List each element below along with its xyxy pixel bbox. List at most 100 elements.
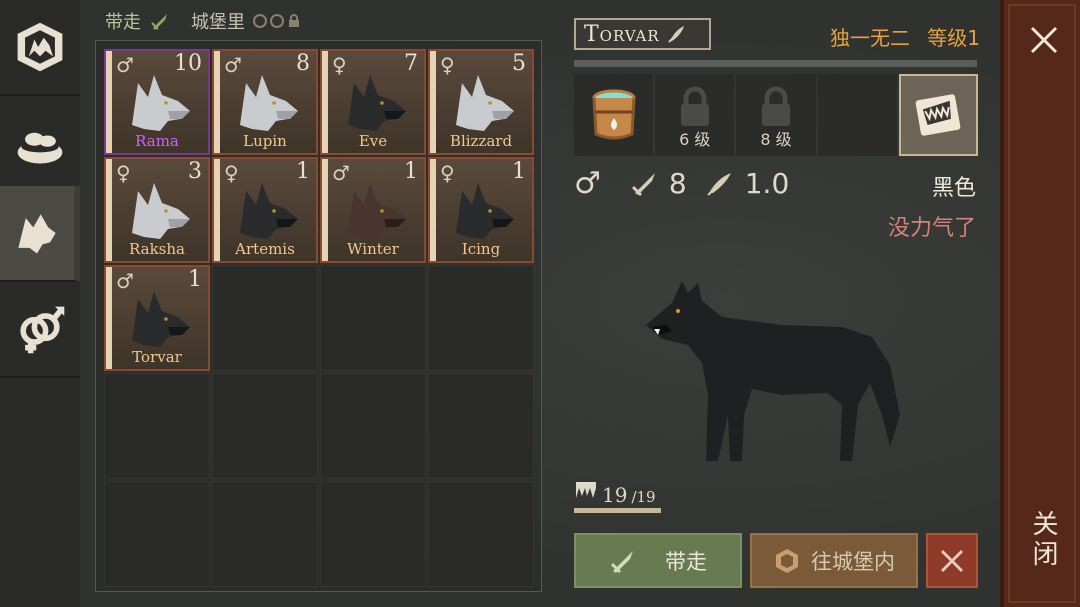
wolf-card[interactable]: ♀ 7 Eve [320, 49, 426, 155]
castle-status-icons [253, 14, 301, 28]
wolf-name: Rama [135, 132, 179, 150]
barrel-icon [592, 89, 636, 140]
attack-icon [631, 172, 655, 196]
fur-color-label: 黑色 [931, 176, 976, 201]
wolf-card[interactable]: ♂ 1 Torvar [104, 265, 210, 371]
wolf-name: Raksha [129, 240, 185, 258]
location-tabs: 带走 城堡里 [105, 8, 301, 34]
wolf-card[interactable]: ♀ 1 Artemis [212, 157, 318, 263]
badge-icon [253, 14, 267, 28]
fang-icon [576, 482, 596, 498]
wolf-name: Icing [461, 240, 501, 258]
gender-male-icon: ♂ [574, 166, 601, 201]
dagger-icon [151, 14, 167, 30]
wolf-name: Torvar [584, 21, 660, 47]
empty-slot[interactable] [104, 373, 210, 479]
food-bowl-icon [17, 132, 63, 164]
slot-empty[interactable] [817, 74, 897, 156]
wolf-name: Winter [347, 240, 399, 258]
slot-unlock-level: 6 级 [679, 130, 711, 149]
status-label: 没力气了 [887, 216, 976, 241]
wolf-card[interactable]: ♂ 10 Rama [104, 49, 210, 155]
close-icon[interactable] [1026, 22, 1062, 58]
tab-castle[interactable]: 城堡里 [191, 8, 245, 34]
wolf-name: Artemis [235, 240, 295, 258]
hunger-meter: 19 /19 [574, 478, 656, 507]
gender-symbols-icon [20, 306, 65, 354]
release-button[interactable] [926, 533, 978, 588]
wolf-head-portrait [348, 183, 406, 239]
sidebar-tab-food[interactable] [0, 96, 80, 192]
wolf-name: Eve [358, 132, 388, 150]
hunger-max: /19 [631, 488, 656, 506]
wolf-name: Torvar [132, 348, 182, 366]
feather-edit-icon [667, 26, 684, 43]
take-button[interactable]: 带走 [574, 533, 742, 588]
empty-slot[interactable] [320, 265, 426, 371]
lock-icon [289, 14, 299, 27]
wolf-inventory-grid: ♂ 10 Rama ♂ 8 Lupin ♀ 7 Eve ♀ 5 Blizzard ♀ 3 Raksha ♀ 1 A… [104, 49, 534, 587]
dagger-icon [610, 550, 633, 573]
wolf-head-portrait [132, 183, 190, 239]
empty-slot[interactable] [104, 481, 210, 587]
lock-icon [680, 86, 709, 126]
sidebar [0, 0, 80, 607]
hunger-bar [574, 508, 661, 513]
wolf-head-portrait [240, 75, 298, 131]
slot-unlock-level: 8 级 [760, 130, 792, 149]
wolf-head-portrait [348, 75, 406, 131]
level-label: 等级1 [927, 26, 980, 50]
lock-icon [761, 86, 790, 126]
move-to-castle-button[interactable]: 往城堡内 [750, 533, 918, 588]
attack-value: 8 [668, 167, 687, 200]
wolf-name-box[interactable]: Torvar [574, 18, 711, 50]
wolf-inventory-frame: ♂ 10 Rama ♂ 8 Lupin ♀ 7 Eve ♀ 5 Blizzard ♀ 3 Raksha ♀ 1 A… [95, 40, 542, 592]
wolf-card[interactable]: ♂ 8 Lupin [212, 49, 318, 155]
speed-value: 1.0 [744, 167, 790, 200]
castle-badge-icon [776, 548, 798, 573]
wolf-head-portrait [240, 183, 298, 239]
slot-locked-2[interactable]: 8 级 [736, 74, 816, 156]
fang-book-icon [916, 94, 961, 136]
wolf-card[interactable]: ♀ 3 Raksha [104, 157, 210, 263]
sidebar-tab-wolves[interactable] [0, 186, 80, 282]
wolf-book-button[interactable] [898, 74, 978, 156]
wolf-card[interactable]: ♂ 1 Winter [320, 157, 426, 263]
wolf-badge-icon [17, 22, 63, 72]
move-to-castle-label: 往城堡内 [811, 549, 895, 574]
close-icon [940, 549, 964, 572]
wolf-name: Lupin [243, 132, 287, 150]
empty-slot[interactable] [428, 265, 534, 371]
empty-slot[interactable] [212, 265, 318, 371]
take-button-label: 带走 [665, 549, 707, 574]
wolf-name: Blizzard [449, 132, 513, 150]
empty-slot[interactable] [320, 373, 426, 479]
wolf-head-portrait [132, 291, 190, 347]
wolf-card[interactable]: ♀ 5 Blizzard [428, 49, 534, 155]
wolf-head-portrait [456, 183, 514, 239]
slot-locked-1[interactable]: 6 级 [655, 74, 735, 156]
wolf-head-portrait [132, 75, 190, 131]
sidebar-tab-breeding[interactable] [0, 282, 80, 378]
hunger-current: 19 [602, 483, 628, 507]
divider-bar [574, 60, 977, 67]
wolf-portrait [646, 281, 900, 461]
empty-slot[interactable] [212, 481, 318, 587]
rarity-label: 独一无二 [830, 26, 910, 50]
badge-icon [270, 14, 284, 28]
empty-slot[interactable] [320, 481, 426, 587]
sidebar-tab-wolf-badge[interactable] [0, 0, 80, 96]
wolf-card[interactable]: ♀ 1 Icing [428, 157, 534, 263]
wolf-head-portrait [456, 75, 514, 131]
close-label: 关闭 [1028, 510, 1058, 570]
empty-slot[interactable] [212, 373, 318, 479]
empty-slot[interactable] [428, 373, 534, 479]
empty-slot[interactable] [428, 481, 534, 587]
close-panel[interactable]: 关闭 [1000, 0, 1080, 607]
tab-take[interactable]: 带走 [105, 8, 141, 34]
speed-icon [707, 172, 731, 196]
wolf-head-icon [18, 214, 56, 254]
slot-drink[interactable] [574, 74, 654, 156]
equipment-slots: 6 级 8 级 [574, 74, 978, 156]
wolf-stats: ♂ 8 1.0 [574, 166, 789, 201]
